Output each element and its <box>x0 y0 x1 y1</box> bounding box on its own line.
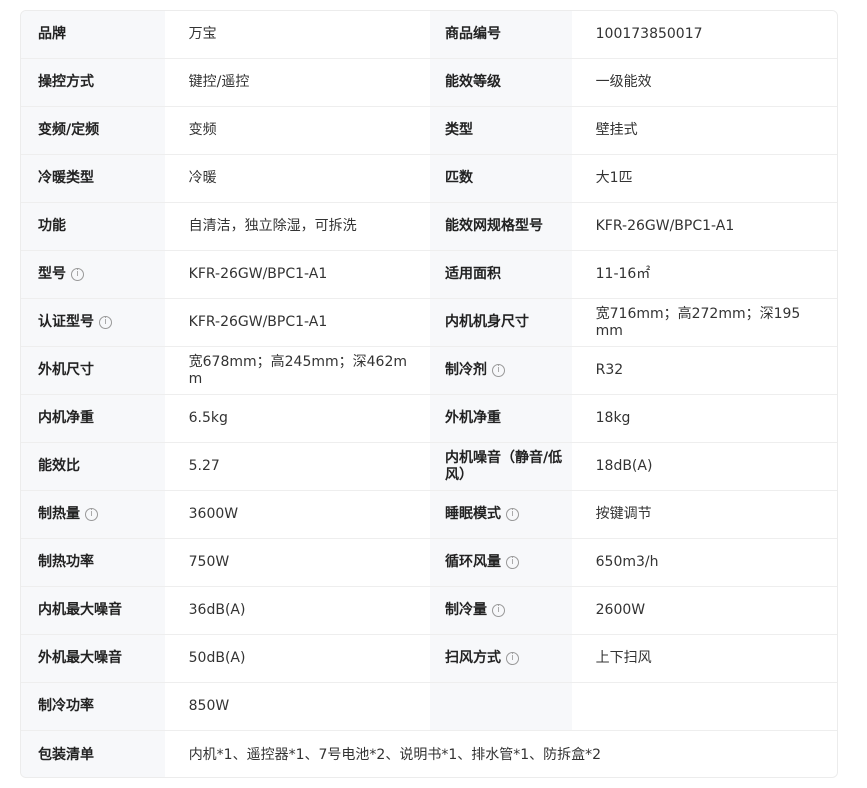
spec-label: 内机最大噪音 <box>21 587 165 635</box>
spec-value: 3600W <box>164 491 430 539</box>
spec-value: 内机*1、遥控器*1、7号电池*2、说明书*1、排水管*1、防拆盒*2 <box>164 731 837 777</box>
spec-value: 850W <box>164 683 430 731</box>
spec-empty-cell <box>429 683 572 731</box>
spec-value: 大1匹 <box>571 155 837 203</box>
spec-value: 100173850017 <box>571 11 837 59</box>
spec-value: 按键调节 <box>571 491 837 539</box>
spec-value: KFR-26GW/BPC1-A1 <box>164 299 430 347</box>
spec-label: 制冷剂 i <box>429 347 572 395</box>
spec-label: 内机净重 <box>21 395 165 443</box>
spec-value: 50dB(A) <box>164 635 430 683</box>
spec-label: 能效网规格型号 <box>429 203 572 251</box>
spec-row: 认证型号 i KFR-26GW/BPC1-A1 内机机身尺寸 宽716mm；高27… <box>21 299 837 347</box>
spec-row: 外机最大噪音 50dB(A) 扫风方式 i 上下扫风 <box>21 635 837 683</box>
spec-value: 一级能效 <box>571 59 837 107</box>
info-icon[interactable]: i <box>505 508 519 521</box>
spec-label: 循环风量 i <box>429 539 572 587</box>
spec-row: 变频/定频 变频 类型 壁挂式 <box>21 107 837 155</box>
spec-empty-cell <box>571 683 837 731</box>
spec-label: 能效等级 <box>429 59 572 107</box>
spec-label: 匹数 <box>429 155 572 203</box>
spec-value: 冷暖 <box>164 155 430 203</box>
spec-label: 睡眠模式 i <box>429 491 572 539</box>
spec-label: 外机尺寸 <box>21 347 165 395</box>
spec-value: KFR-26GW/BPC1-A1 <box>571 203 837 251</box>
spec-label: 外机最大噪音 <box>21 635 165 683</box>
spec-label: 操控方式 <box>21 59 165 107</box>
info-icon[interactable]: i <box>85 508 98 521</box>
spec-value: 万宝 <box>164 11 430 59</box>
spec-value: 36dB(A) <box>164 587 430 635</box>
spec-row: 外机尺寸 宽678mm；高245mm；深462mm 制冷剂 i R32 <box>21 347 837 395</box>
spec-row: 功能 自清洁，独立除湿，可拆洗 能效网规格型号 KFR-26GW/BPC1-A1 <box>21 203 837 251</box>
spec-label: 变频/定频 <box>21 107 165 155</box>
spec-row: 冷暖类型 冷暖 匹数 大1匹 <box>21 155 837 203</box>
spec-row: 制热量 i 3600W 睡眠模式 i 按键调节 <box>21 491 837 539</box>
spec-label: 包装清单 <box>21 731 165 777</box>
spec-value: 2600W <box>571 587 837 635</box>
spec-label: 外机净重 <box>429 395 572 443</box>
spec-value: 宽678mm；高245mm；深462mm <box>164 347 430 395</box>
info-icon[interactable]: i <box>99 316 112 329</box>
spec-label: 功能 <box>21 203 165 251</box>
spec-row: 内机净重 6.5kg 外机净重 18kg <box>21 395 837 443</box>
spec-value: R32 <box>571 347 837 395</box>
spec-value: KFR-26GW/BPC1-A1 <box>164 251 430 299</box>
spec-value: 750W <box>164 539 430 587</box>
spec-row: 内机最大噪音 36dB(A) 制冷量 i 2600W <box>21 587 837 635</box>
info-icon[interactable]: i <box>505 556 519 569</box>
spec-row: 包装清单 内机*1、遥控器*1、7号电池*2、说明书*1、排水管*1、防拆盒*2 <box>21 731 837 777</box>
info-icon[interactable]: i <box>491 364 505 377</box>
spec-value: 5.27 <box>164 443 430 491</box>
spec-row: 操控方式 键控/遥控 能效等级 一级能效 <box>21 59 837 107</box>
spec-label: 扫风方式 i <box>429 635 572 683</box>
spec-row: 型号 i KFR-26GW/BPC1-A1 适用面积 11-16㎡ <box>21 251 837 299</box>
spec-label: 商品编号 <box>429 11 572 59</box>
spec-value: 18kg <box>571 395 837 443</box>
info-icon[interactable]: i <box>505 652 519 665</box>
spec-row: 制热功率 750W 循环风量 i 650m3/h <box>21 539 837 587</box>
spec-value: 键控/遥控 <box>164 59 430 107</box>
info-icon[interactable]: i <box>491 604 505 617</box>
spec-value: 自清洁，独立除湿，可拆洗 <box>164 203 430 251</box>
spec-label: 品牌 <box>21 11 165 59</box>
spec-value: 6.5kg <box>164 395 430 443</box>
spec-label: 制冷量 i <box>429 587 572 635</box>
spec-value: 宽716mm；高272mm；深195mm <box>571 299 837 347</box>
spec-label: 制热功率 <box>21 539 165 587</box>
spec-label: 认证型号 i <box>21 299 165 347</box>
spec-value: 18dB(A) <box>571 443 837 491</box>
spec-label: 制冷功率 <box>21 683 165 731</box>
spec-label: 冷暖类型 <box>21 155 165 203</box>
spec-value: 壁挂式 <box>571 107 837 155</box>
spec-value: 11-16㎡ <box>571 251 837 299</box>
spec-value: 变频 <box>164 107 430 155</box>
spec-label: 类型 <box>429 107 572 155</box>
spec-label: 内机噪音（静音/低风） <box>429 443 572 491</box>
spec-row: 能效比 5.27 内机噪音（静音/低风） 18dB(A) <box>21 443 837 491</box>
info-icon[interactable]: i <box>71 268 84 281</box>
spec-row: 制冷功率 850W <box>21 683 837 731</box>
spec-value: 上下扫风 <box>571 635 837 683</box>
spec-label: 制热量 i <box>21 491 165 539</box>
spec-label: 型号 i <box>21 251 165 299</box>
spec-table: 品牌 万宝 商品编号 100173850017 操控方式 键控/遥控 能效等级 … <box>20 10 838 778</box>
spec-label: 能效比 <box>21 443 165 491</box>
spec-row: 品牌 万宝 商品编号 100173850017 <box>21 11 837 59</box>
spec-label: 适用面积 <box>429 251 572 299</box>
spec-label: 内机机身尺寸 <box>429 299 572 347</box>
spec-value: 650m3/h <box>571 539 837 587</box>
